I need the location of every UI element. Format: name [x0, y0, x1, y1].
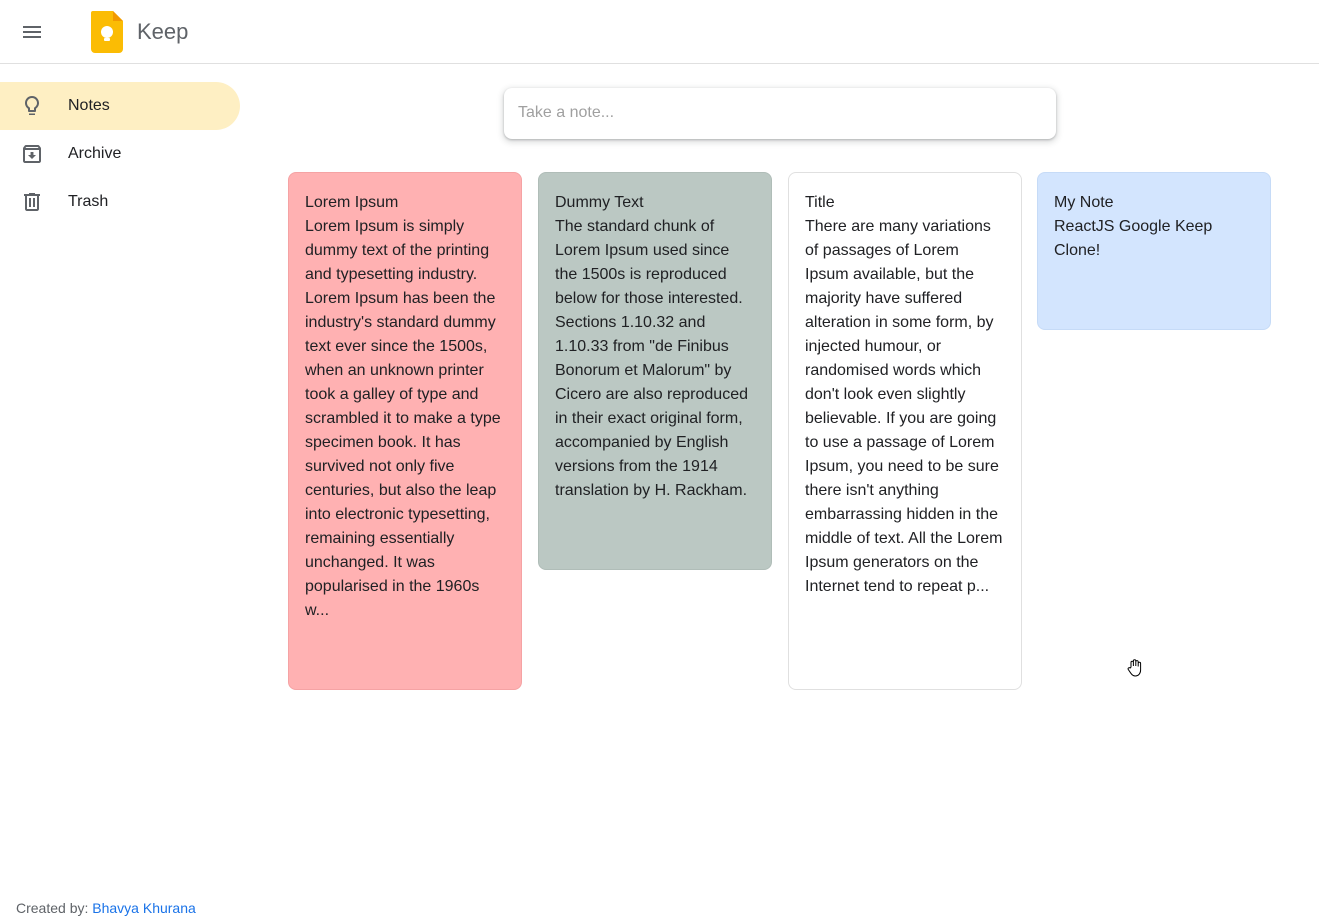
- lightbulb-icon: [25, 96, 39, 115]
- note-body: There are many variations of passages of…: [805, 218, 1003, 595]
- note-title: Dummy Text: [555, 194, 644, 211]
- note-card[interactable]: Lorem Ipsum Lorem Ipsum is simply dummy …: [288, 172, 522, 690]
- note-title: My Note: [1054, 194, 1114, 211]
- note-title: Lorem Ipsum: [305, 194, 399, 211]
- take-note-input[interactable]: [518, 102, 1038, 124]
- main-menu-button[interactable]: [12, 12, 52, 52]
- footer-prefix: Created by:: [16, 900, 93, 916]
- sidebar-item-archive[interactable]: Archive: [0, 130, 240, 178]
- sidebar-item-label: Trash: [68, 193, 109, 210]
- trash-icon: [24, 193, 40, 211]
- app-title: Keep: [137, 19, 189, 44]
- note-body: Lorem Ipsum is simply dummy text of the …: [305, 218, 501, 619]
- note-card[interactable]: Title There are many variations of passa…: [788, 172, 1022, 690]
- take-note-box[interactable]: [504, 88, 1056, 139]
- keep-bulb-logo-icon[interactable]: [91, 11, 123, 53]
- hamburger-menu-icon: [23, 26, 41, 38]
- archive-icon: [23, 145, 41, 163]
- sidebar-item-trash[interactable]: Trash: [0, 178, 240, 226]
- app-header: Keep: [0, 0, 1319, 64]
- sidebar-item-notes[interactable]: Notes: [0, 82, 240, 130]
- author-link[interactable]: Bhavya Khurana: [92, 900, 196, 916]
- sidebar-item-label: Archive: [68, 145, 122, 162]
- footer-credit: Created by: Bhavya Khurana: [16, 899, 196, 917]
- hand-grab-cursor-icon: [1127, 659, 1142, 677]
- note-card[interactable]: My Note ReactJS Google Keep Clone!: [1037, 172, 1271, 330]
- note-title: Title: [805, 194, 835, 211]
- note-body: ReactJS Google Keep Clone!: [1054, 218, 1213, 259]
- note-card[interactable]: Dummy Text The standard chunk of Lorem I…: [538, 172, 772, 570]
- sidebar: Notes Archive Trash: [0, 82, 240, 226]
- sidebar-item-label: Notes: [68, 97, 110, 114]
- note-body: The standard chunk of Lorem Ipsum used s…: [555, 218, 748, 499]
